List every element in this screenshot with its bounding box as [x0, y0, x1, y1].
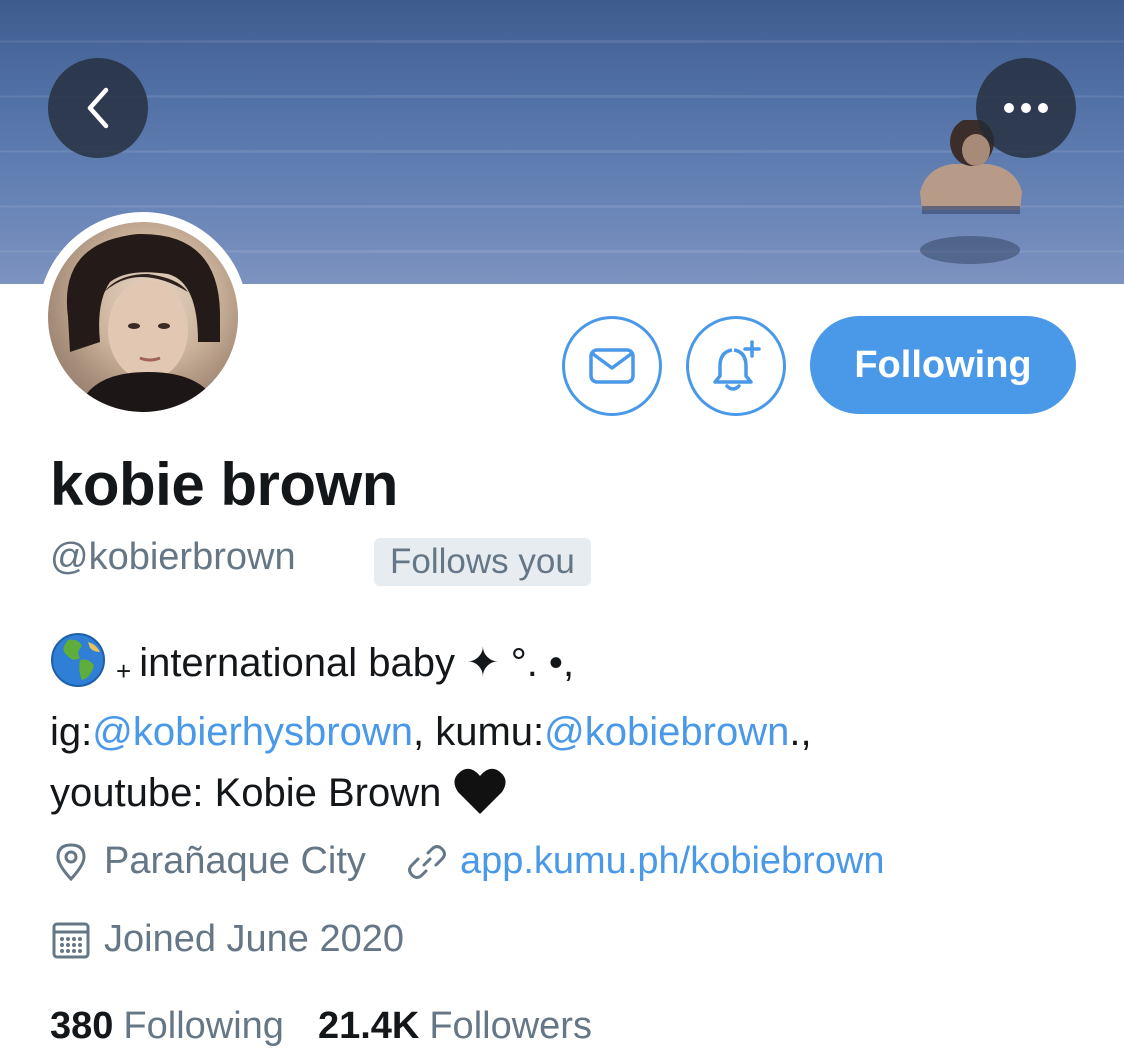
joined-date-text: Joined June 2020	[104, 918, 405, 960]
bio-kumu-prefix: , kumu:	[413, 710, 545, 754]
profile-joined-row: Joined June 2020	[50, 918, 404, 961]
more-horizontal-icon	[1004, 103, 1048, 113]
avatar-photo	[48, 222, 238, 412]
avatar[interactable]	[38, 212, 248, 422]
bio-ig-prefix: ig:	[50, 710, 93, 754]
globe-emoji-icon	[51, 633, 105, 687]
followers-stat[interactable]: 21.4K Followers	[318, 1005, 592, 1048]
following-count: 380	[50, 1005, 114, 1047]
follow-stats: 380 Following 21.4K Followers	[50, 1005, 592, 1048]
notifications-button[interactable]	[686, 316, 786, 416]
bio-youtube-text: youtube: Kobie Brown	[50, 771, 453, 815]
bell-plus-icon	[713, 340, 761, 391]
followers-count: 21.4K	[317, 1005, 420, 1047]
chevron-left-icon	[87, 87, 109, 129]
bio-plus-glyph: +	[116, 656, 132, 686]
bio-line-1-text: international baby ✦ °. •,	[139, 641, 575, 685]
profile-bio: + international baby ✦ °. •, ig:@kobierhy…	[50, 632, 1090, 824]
website-link[interactable]: app.kumu.ph/kobiebrown	[460, 840, 885, 883]
envelope-icon	[589, 348, 635, 384]
bio-line-2: ig:@kobierhysbrown, kumu:@kobiebrown.,	[50, 702, 1090, 763]
calendar-icon	[52, 922, 90, 958]
link-icon	[407, 844, 446, 879]
bio-line-2-suffix: .,	[789, 710, 812, 754]
display-name: kobie brown	[50, 451, 398, 518]
follows-you-badge: Follows you	[374, 538, 591, 586]
followers-label: Followers	[429, 1005, 592, 1047]
following-stat[interactable]: 380 Following	[50, 1005, 284, 1048]
bio-kumu-link[interactable]: @kobiebrown	[544, 710, 789, 754]
following-button[interactable]: Following	[810, 316, 1076, 414]
username-handle: @kobierbrown	[50, 536, 296, 578]
profile-meta-row: Parañaque City app.kumu.ph/kobiebrown	[50, 840, 885, 883]
map-pin-icon	[56, 842, 86, 881]
black-heart-emoji-icon	[454, 768, 507, 814]
bio-line-1: + international baby ✦ °. •,	[50, 632, 1090, 702]
back-button[interactable]	[48, 58, 148, 158]
bio-ig-link[interactable]: @kobierhysbrown	[92, 710, 413, 754]
bio-line-3: youtube: Kobie Brown	[50, 763, 1090, 824]
profile-page: Following kobie brown @kobierbrown Follo…	[0, 0, 1124, 1064]
location-text: Parañaque City	[104, 840, 366, 882]
more-options-button[interactable]	[976, 58, 1076, 158]
following-label: Following	[123, 1005, 284, 1047]
message-button[interactable]	[562, 316, 662, 416]
